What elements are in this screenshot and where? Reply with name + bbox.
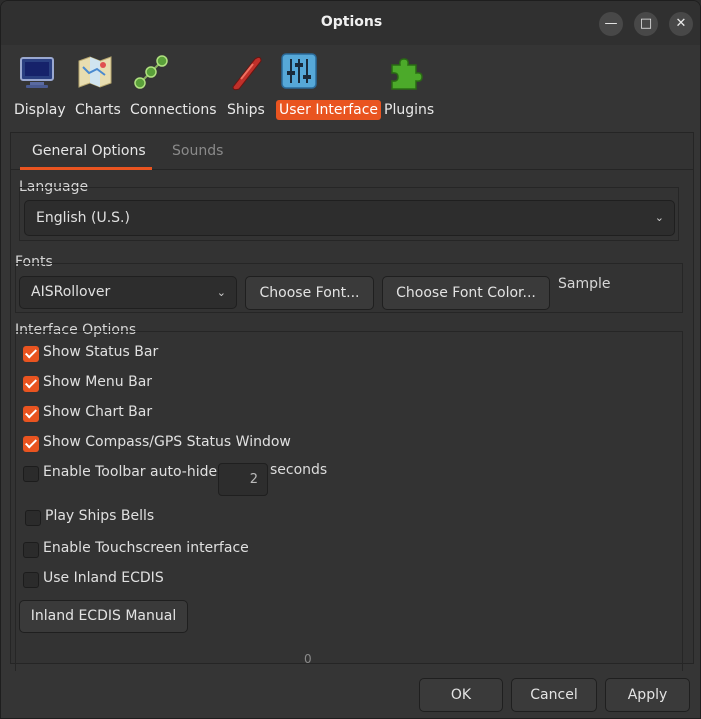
autohide-seconds-input[interactable]: 2 xyxy=(218,463,268,496)
language-value: English (U.S.) xyxy=(36,210,130,226)
language-select[interactable]: English (U.S.) ⌄ xyxy=(24,200,675,236)
sliders-icon xyxy=(281,53,317,89)
checkbox-unchecked-icon xyxy=(25,510,41,526)
options-window: Options — □ ✕ Display Charts Connections… xyxy=(0,0,701,719)
checkbox-label: Show Chart Bar xyxy=(43,404,153,420)
toolbar-label-display: Display xyxy=(14,102,66,118)
maximize-icon: □ xyxy=(639,16,653,31)
checkbox-label: Enable Toolbar auto-hide xyxy=(43,464,218,480)
choose-font-button[interactable]: Choose Font... xyxy=(245,276,374,310)
minimize-button[interactable]: — xyxy=(599,12,623,36)
tab-bar: General Options Sounds xyxy=(11,133,693,170)
tab-selected-indicator xyxy=(20,167,152,170)
checkbox-checked-icon xyxy=(23,406,39,422)
close-icon: ✕ xyxy=(675,16,687,31)
checkbox-checked-icon xyxy=(23,346,39,362)
toolbar-label-plugins: Plugins xyxy=(384,102,435,118)
chevron-down-icon: ⌄ xyxy=(216,286,226,299)
toolbar-label-charts: Charts xyxy=(75,102,121,118)
titlebar[interactable]: Options — □ ✕ xyxy=(1,1,700,45)
connections-icon xyxy=(134,55,168,89)
checkbox-label: Show Status Bar xyxy=(43,344,159,360)
checkbox-label: Play Ships Bells xyxy=(45,508,155,524)
checkbox-checked-icon xyxy=(23,436,39,452)
checkbox-checked-icon xyxy=(23,376,39,392)
seconds-label: seconds xyxy=(270,462,328,478)
choose-font-color-button[interactable]: Choose Font Color... xyxy=(382,276,550,310)
tab-general-options[interactable]: General Options xyxy=(32,143,146,159)
window-title: Options xyxy=(320,14,383,30)
font-element-value: AISRollover xyxy=(31,284,111,300)
puzzle-icon xyxy=(391,58,423,90)
ok-button[interactable]: OK xyxy=(419,678,503,712)
close-button[interactable]: ✕ xyxy=(669,12,693,36)
font-element-select[interactable]: AISRollover ⌄ xyxy=(19,276,237,309)
inland-ecdis-manual-button[interactable]: Inland ECDIS Manual xyxy=(19,600,188,633)
monitor-icon xyxy=(20,57,54,88)
toolbar-label-user-interface: User Interface xyxy=(276,100,382,120)
partial-value: 0 xyxy=(304,652,312,666)
charts-map-icon xyxy=(78,56,112,88)
checkbox-unchecked-icon xyxy=(23,572,39,588)
checkbox-label: Use Inland ECDIS xyxy=(43,570,164,586)
toolbar-label-connections: Connections xyxy=(130,102,217,118)
toolbar-label-ships: Ships xyxy=(227,102,265,118)
font-sample-text: Sample xyxy=(558,276,611,292)
tab-sounds[interactable]: Sounds xyxy=(172,143,223,159)
ship-icon xyxy=(232,56,262,91)
checkbox-label: Enable Touchscreen interface xyxy=(43,540,249,556)
minimize-icon: — xyxy=(604,16,618,31)
checkbox-unchecked-icon xyxy=(23,542,39,558)
apply-button[interactable]: Apply xyxy=(605,678,690,712)
checkbox-label: Show Menu Bar xyxy=(43,374,153,390)
checkbox-unchecked-icon xyxy=(23,466,39,482)
maximize-button[interactable]: □ xyxy=(634,12,658,36)
chevron-down-icon: ⌄ xyxy=(654,211,664,224)
cancel-button[interactable]: Cancel xyxy=(511,678,597,712)
checkbox-label: Show Compass/GPS Status Window xyxy=(43,434,291,450)
